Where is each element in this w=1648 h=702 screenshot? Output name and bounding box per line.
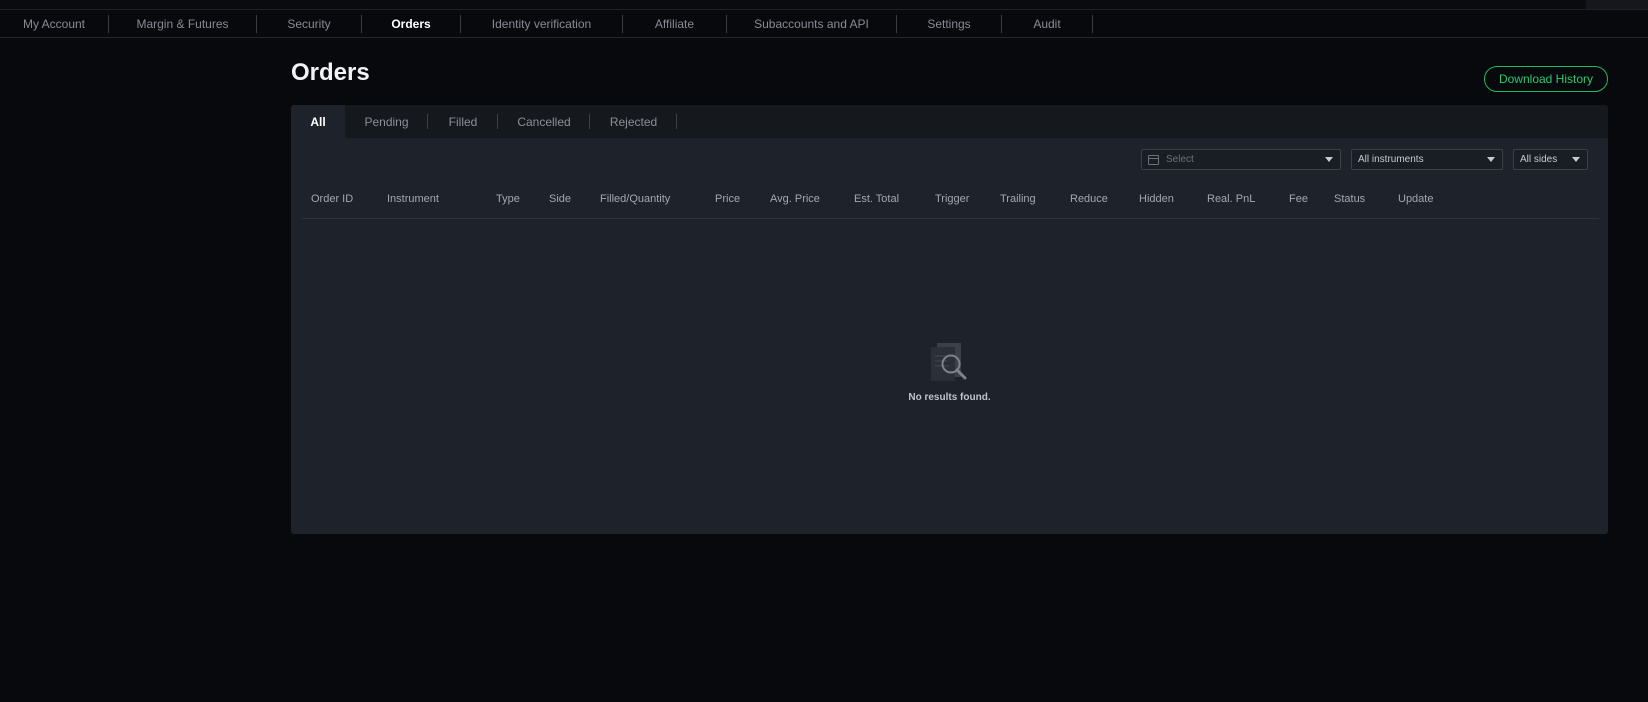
column-instrument[interactable]: Instrument bbox=[387, 193, 439, 205]
column-fee[interactable]: Fee bbox=[1289, 193, 1308, 205]
instrument-select-value: All instruments bbox=[1358, 154, 1424, 165]
side-select-value: All sides bbox=[1520, 154, 1558, 165]
column-status[interactable]: Status bbox=[1334, 193, 1365, 205]
column-side[interactable]: Side bbox=[549, 193, 571, 205]
nav-settings[interactable]: Settings bbox=[897, 14, 1002, 33]
orders-table-header: Order ID Instrument Type Side Filled/Qua… bbox=[302, 181, 1599, 219]
column-avg-price[interactable]: Avg. Price bbox=[770, 193, 820, 205]
download-history-button[interactable]: Download History bbox=[1484, 66, 1608, 92]
date-range-select[interactable]: Select bbox=[1141, 149, 1341, 170]
document-search-icon bbox=[930, 343, 966, 381]
filter-bar: Select All instruments All sides bbox=[291, 149, 1608, 171]
tab-pending[interactable]: Pending bbox=[345, 105, 428, 138]
nav-margin-futures[interactable]: Margin & Futures bbox=[109, 14, 257, 33]
column-reduce[interactable]: Reduce bbox=[1070, 193, 1108, 205]
tab-all-label: All bbox=[310, 114, 326, 129]
empty-state-text: No results found. bbox=[908, 392, 991, 403]
tab-rejected-label: Rejected bbox=[609, 114, 658, 129]
tab-filled-label: Filled bbox=[448, 114, 478, 129]
calendar-icon bbox=[1148, 154, 1159, 165]
nav-audit[interactable]: Audit bbox=[1002, 14, 1093, 33]
empty-state: No results found. bbox=[291, 340, 1608, 403]
nav-identity-verification[interactable]: Identity verification bbox=[461, 14, 623, 33]
nav-orders[interactable]: Orders bbox=[362, 14, 461, 33]
column-real-pnl[interactable]: Real. PnL bbox=[1207, 193, 1255, 205]
top-strip-corner bbox=[1586, 0, 1648, 9]
tab-pending-label: Pending bbox=[364, 114, 409, 129]
column-order-id[interactable]: Order ID bbox=[311, 193, 353, 205]
chevron-down-icon bbox=[1487, 157, 1495, 162]
chevron-down-icon bbox=[1325, 157, 1333, 162]
column-price[interactable]: Price bbox=[715, 193, 740, 205]
date-select-placeholder: Select bbox=[1166, 154, 1194, 165]
nav-my-account[interactable]: My Account bbox=[0, 14, 109, 33]
tab-filled[interactable]: Filled bbox=[428, 105, 498, 138]
page-title: Orders bbox=[291, 59, 370, 86]
tab-rejected[interactable]: Rejected bbox=[590, 105, 677, 138]
account-nav: My Account Margin & Futures Security Ord… bbox=[0, 10, 1648, 38]
column-type[interactable]: Type bbox=[496, 193, 520, 205]
nav-affiliate[interactable]: Affiliate bbox=[623, 14, 727, 33]
nav-subaccounts-api[interactable]: Subaccounts and API bbox=[727, 14, 897, 33]
column-est-total[interactable]: Est. Total bbox=[854, 193, 899, 205]
column-update[interactable]: Update bbox=[1398, 193, 1433, 205]
nav-security[interactable]: Security bbox=[257, 14, 362, 33]
tab-separator bbox=[676, 114, 677, 129]
instrument-select[interactable]: All instruments bbox=[1351, 149, 1503, 170]
chevron-down-icon bbox=[1572, 157, 1580, 162]
tab-cancelled-label: Cancelled bbox=[517, 114, 571, 129]
order-tabs: All Pending Filled Cancelled Rejected bbox=[291, 105, 1608, 138]
column-trigger[interactable]: Trigger bbox=[935, 193, 969, 205]
top-strip bbox=[0, 0, 1648, 10]
side-select[interactable]: All sides bbox=[1513, 149, 1588, 170]
column-trailing[interactable]: Trailing bbox=[1000, 193, 1036, 205]
column-hidden[interactable]: Hidden bbox=[1139, 193, 1174, 205]
column-filled-quantity[interactable]: Filled/Quantity bbox=[600, 193, 670, 205]
tab-all[interactable]: All bbox=[291, 105, 345, 138]
orders-panel: All Pending Filled Cancelled Rejected Se… bbox=[291, 105, 1608, 534]
tab-cancelled[interactable]: Cancelled bbox=[498, 105, 590, 138]
